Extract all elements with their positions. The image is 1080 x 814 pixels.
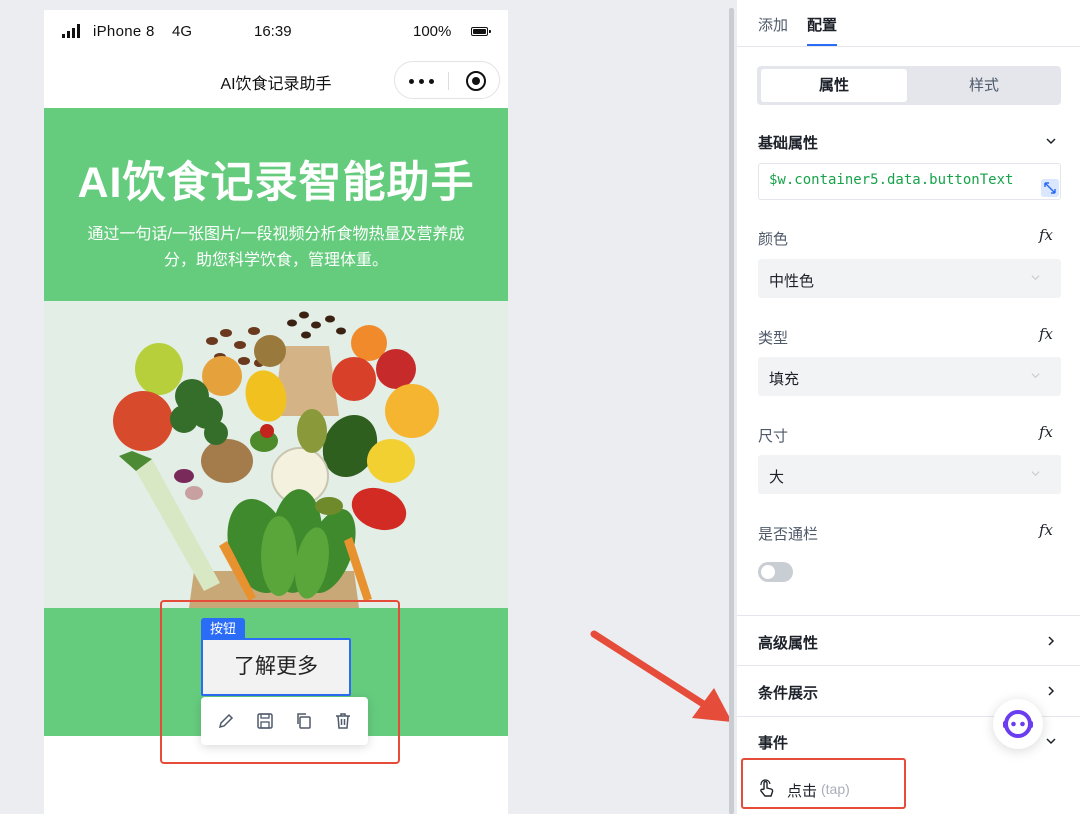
panel-divider[interactable] <box>729 8 734 814</box>
advanced-properties-title[interactable]: 高级属性 <box>758 632 818 653</box>
food-image <box>44 301 508 608</box>
fullwidth-toggle[interactable] <box>758 562 793 582</box>
chevron-right-icon[interactable] <box>1046 686 1056 696</box>
fx-icon[interactable]: fx <box>1039 521 1053 539</box>
hero-title: AI饮食记录智能助手 <box>77 159 475 207</box>
expression-value: $w.container5.data.buttonText <box>769 172 1014 188</box>
active-tab-indicator <box>807 44 837 46</box>
battery-percent: 100% <box>413 23 452 40</box>
annotation-arrow <box>590 630 732 722</box>
chevron-down-icon <box>1031 373 1040 379</box>
conditional-display-title[interactable]: 条件展示 <box>758 682 818 703</box>
segment-style[interactable]: 样式 <box>911 69 1057 102</box>
network-type: 4G <box>172 23 193 40</box>
tap-event-label[interactable]: 点击 <box>787 780 817 801</box>
save-icon[interactable] <box>255 711 275 731</box>
chevron-down-icon <box>1031 275 1040 281</box>
basic-properties-title[interactable]: 基础属性 <box>758 132 818 153</box>
chevron-right-icon[interactable] <box>1046 636 1056 646</box>
color-label: 颜色 <box>758 231 789 248</box>
hero-banner[interactable]: AI饮食记录智能助手 通过一句话/一张图片/一段视频分析食物热量及营养成分，助您… <box>44 108 508 301</box>
robot-icon <box>1003 710 1033 738</box>
segment-properties[interactable]: 属性 <box>761 69 907 102</box>
signal-icon <box>62 24 82 38</box>
chevron-down-icon <box>1031 471 1040 477</box>
divider <box>737 615 1080 616</box>
type-label: 类型 <box>758 330 789 347</box>
more-icon[interactable] <box>409 79 435 84</box>
config-panel: 添加 配置 属性 样式 基础属性 $w.container5.data.butt… <box>737 0 1080 814</box>
tap-gesture-icon <box>760 779 774 797</box>
component-toolbar <box>201 697 368 745</box>
close-miniprogram-icon[interactable] <box>466 71 486 91</box>
component-tag: 按钮 <box>201 618 246 639</box>
events-title[interactable]: 事件 <box>758 732 788 753</box>
fx-icon[interactable]: fx <box>1039 325 1053 343</box>
copy-icon[interactable] <box>294 711 314 731</box>
learn-more-button[interactable]: 了解更多 <box>201 638 351 696</box>
status-bar: iPhone 8 4G 16:39 100% <box>44 10 508 52</box>
type-select[interactable]: 填充 <box>758 357 1061 396</box>
battery-icon <box>471 27 491 36</box>
property-style-switch: 属性 样式 <box>757 66 1061 105</box>
vegetables-illustration <box>113 311 439 608</box>
chevron-down-icon[interactable] <box>1046 736 1056 746</box>
button-text-expression-field[interactable]: $w.container5.data.buttonText <box>758 163 1061 200</box>
type-select-value: 填充 <box>769 371 800 388</box>
size-select-value: 大 <box>769 469 785 486</box>
delete-icon[interactable] <box>333 711 353 731</box>
size-select[interactable]: 大 <box>758 455 1061 494</box>
status-time: 16:39 <box>254 23 292 40</box>
divider <box>737 665 1080 666</box>
panel-tabs: 添加 配置 <box>737 0 1080 47</box>
capsule-divider <box>448 72 449 90</box>
tap-event-code: (tap) <box>821 781 850 797</box>
color-select[interactable]: 中性色 <box>758 259 1061 298</box>
fx-icon[interactable]: fx <box>1039 226 1053 244</box>
color-select-value: 中性色 <box>769 273 815 290</box>
ai-assistant-button[interactable] <box>993 699 1043 749</box>
edit-icon[interactable] <box>216 711 236 731</box>
fx-icon[interactable]: fx <box>1039 423 1053 441</box>
tab-add[interactable]: 添加 <box>758 14 788 35</box>
tab-config[interactable]: 配置 <box>807 14 837 35</box>
hero-subtitle: 通过一句话/一张图片/一段视频分析食物热量及营养成分，助您科学饮食，管理体重。 <box>87 226 465 269</box>
expand-icon[interactable] <box>1041 179 1059 197</box>
size-label: 尺寸 <box>758 428 789 445</box>
mini-program-navbar: AI饮食记录助手 <box>44 52 508 108</box>
chevron-down-icon[interactable] <box>1046 136 1056 146</box>
carrier-name: iPhone 8 <box>93 23 155 40</box>
capsule-menu <box>394 61 500 99</box>
fullwidth-label: 是否通栏 <box>758 526 819 543</box>
